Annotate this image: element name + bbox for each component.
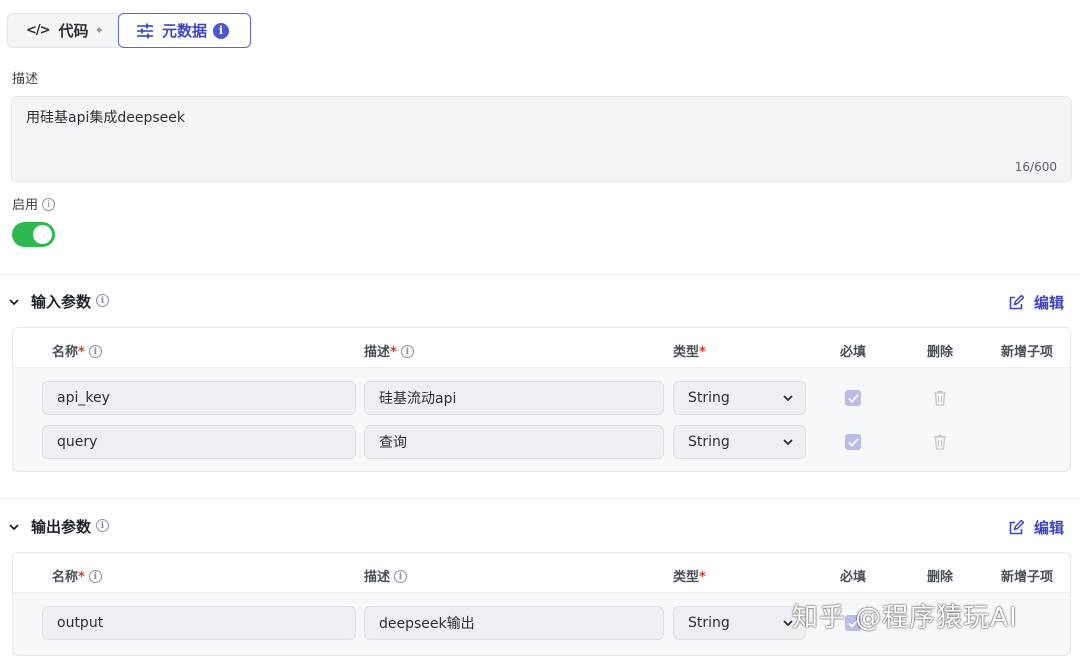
tab-bar: </> 代码 ✦ 元数据 i: [7, 13, 251, 48]
col-name: 名称* i: [52, 566, 102, 585]
trash-icon[interactable]: [933, 434, 947, 450]
tab-code[interactable]: </> 代码 ✦: [7, 13, 119, 48]
input-edit-button[interactable]: 编辑: [1008, 292, 1064, 313]
col-desc: 描述* i: [364, 341, 414, 360]
col-desc: 描述 i: [364, 566, 408, 585]
check-icon: [847, 437, 859, 447]
info-icon: i: [96, 294, 110, 307]
table-header: 名称* i 描述 i 类型* 必填 删除 新增子项: [13, 553, 1070, 593]
tab-metadata-label: 元数据: [162, 22, 208, 40]
chevron-down-icon: [783, 439, 793, 446]
col-add-child: 新增子项: [1001, 570, 1054, 585]
tab-code-label: 代码: [58, 22, 89, 40]
param-name-input[interactable]: api_key: [42, 381, 356, 415]
output-edit-button[interactable]: 编辑: [1008, 517, 1064, 538]
info-icon: i: [96, 519, 110, 532]
chevron-down-icon: [783, 395, 793, 402]
info-badge-icon: i: [213, 22, 230, 39]
check-icon: [847, 393, 859, 403]
description-textarea[interactable]: 用硅基api集成deepseek 16/600: [11, 96, 1072, 182]
enable-toggle[interactable]: [12, 222, 55, 247]
output-params-title: 输出参数: [31, 518, 92, 536]
col-delete: 删除: [927, 345, 954, 360]
param-desc-input[interactable]: 查询: [364, 425, 664, 459]
input-params-header[interactable]: 输入参数 i: [9, 291, 110, 312]
chevron-down-icon: [9, 523, 19, 530]
char-counter: 16/600: [1014, 160, 1057, 174]
output-params-header[interactable]: 输出参数 i: [9, 516, 110, 537]
watermark: 知乎 @程序猿玩AI: [792, 603, 1018, 633]
col-add-child: 新增子项: [1001, 345, 1054, 360]
required-checkbox[interactable]: [845, 434, 861, 450]
param-type-value: String: [688, 434, 730, 450]
enable-label: 启用: [12, 198, 39, 213]
trash-icon[interactable]: [933, 390, 947, 406]
param-type-select[interactable]: String: [673, 606, 806, 640]
required-checkbox[interactable]: [845, 390, 861, 406]
toggle-knob: [33, 225, 52, 244]
table-header: 名称* i 描述* i 类型* 必填 删除 新增子项: [13, 328, 1070, 368]
divider: [0, 274, 1080, 275]
edit-icon: [1009, 519, 1024, 534]
col-type: 类型*: [673, 570, 706, 585]
param-name-input[interactable]: query: [42, 425, 356, 459]
input-edit-label: 编辑: [1033, 294, 1064, 312]
sliders-icon: [137, 23, 153, 38]
param-type-value: String: [688, 615, 730, 631]
param-type-value: String: [688, 390, 730, 406]
col-required: 必填: [840, 570, 867, 585]
col-name: 名称* i: [52, 341, 102, 360]
chevron-down-icon: [9, 298, 19, 305]
input-params-table: 名称* i 描述* i 类型* 必填 删除 新增子项 api_key 硅基流动api…: [12, 327, 1071, 472]
tab-metadata[interactable]: 元数据 i: [118, 13, 251, 48]
enable-label-wrap: 启用 i: [12, 194, 56, 213]
input-params-title: 输入参数: [31, 293, 92, 311]
col-delete: 删除: [927, 570, 954, 585]
code-icon: </>: [26, 23, 51, 38]
edit-icon: [1009, 294, 1024, 309]
param-desc-input[interactable]: deepseek输出: [364, 606, 664, 640]
param-type-select[interactable]: String: [673, 381, 806, 415]
description-value: 用硅基api集成deepseek: [26, 110, 185, 126]
col-required: 必填: [840, 345, 867, 360]
param-desc-input[interactable]: 硅基流动api: [364, 381, 664, 415]
param-type-select[interactable]: String: [673, 425, 806, 459]
col-type: 类型*: [673, 345, 706, 360]
description-label: 描述: [12, 72, 39, 87]
output-edit-label: 编辑: [1033, 519, 1064, 537]
divider: [0, 498, 1080, 499]
info-icon: i: [42, 198, 56, 211]
param-name-input[interactable]: output: [42, 606, 356, 640]
sparkle-icon: ✦: [94, 24, 104, 37]
